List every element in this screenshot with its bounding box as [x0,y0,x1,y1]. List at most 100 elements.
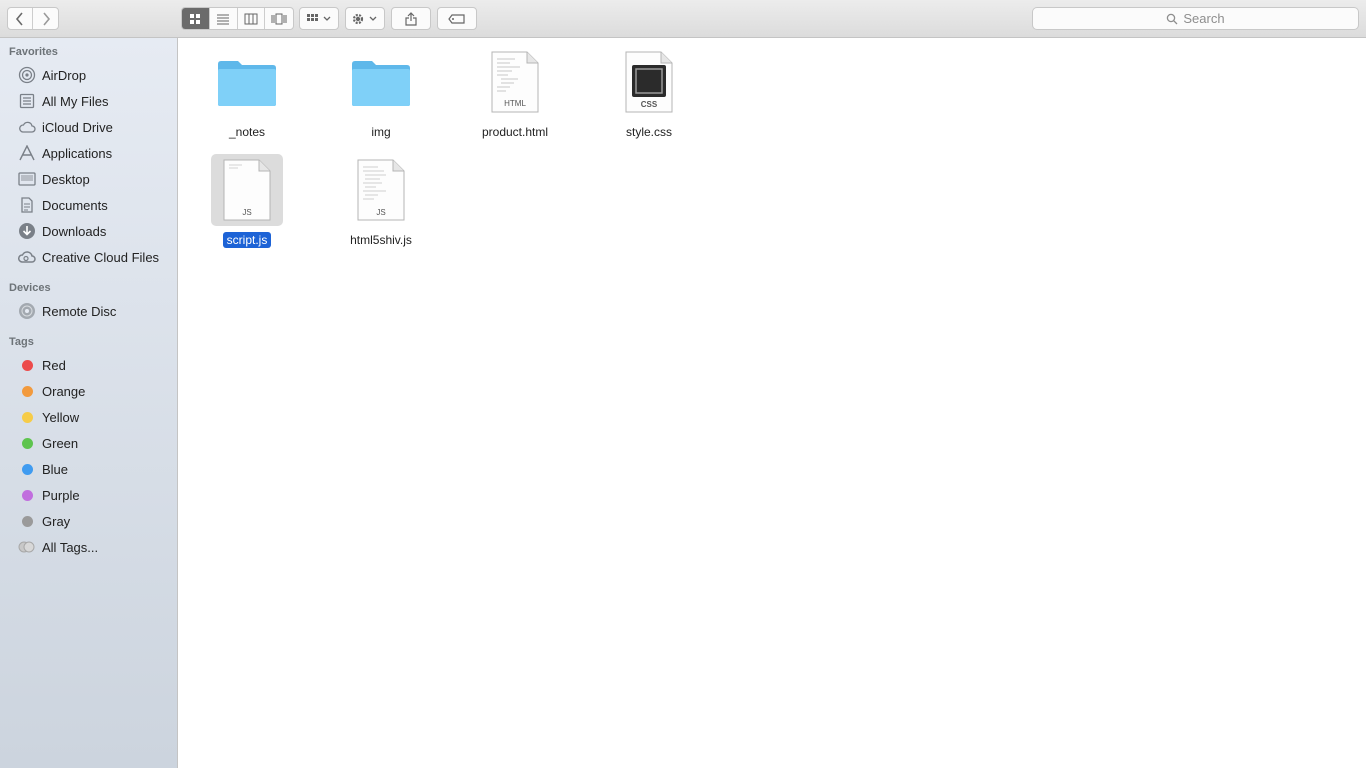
sidebar-item-airdrop[interactable]: AirDrop [0,63,177,87]
sidebar-item-label: Remote Disc [42,303,117,319]
sidebar-item-label: Documents [42,197,108,213]
sidebar-item-desktop[interactable]: Desktop [0,167,177,191]
disc-icon [17,302,37,320]
sidebar-item-label: Blue [42,461,69,477]
favorites-heading: Favorites [9,46,58,58]
sidebar-item-label: Red [42,357,66,373]
desktop-icon [17,170,37,188]
svg-text:JS: JS [376,208,385,217]
sidebar: Favorites AirDrop All My Files iCloud Dr… [0,38,178,768]
list-view-button[interactable] [210,8,238,29]
icon-view-button[interactable] [182,8,210,29]
file-item[interactable]: HTML product.html [460,46,570,140]
file-name: _notes [228,125,266,139]
tag-color-dot-icon [17,356,37,374]
sidebar-item-label: Applications [42,145,113,161]
file-item[interactable]: JS script.js [192,154,302,248]
creative-cloud-icon [17,248,37,266]
sidebar-item-downloads[interactable]: Downloads [0,219,177,243]
airdrop-icon [17,66,37,84]
nav-buttons [7,7,59,30]
view-mode-switcher [181,7,294,30]
tags-heading: Tags [9,336,34,348]
folder-icon [211,46,283,118]
tag-color-dot-icon [17,460,37,478]
sidebar-item-label: Desktop [42,171,90,187]
sidebar-item-creative-cloud-files[interactable]: Creative Cloud Files [0,245,177,269]
sidebar-item-tag-red[interactable]: Red [0,353,177,377]
all-tags-icon [17,538,37,556]
cover-flow-icon [271,13,287,24]
sidebar-item-label: Orange [42,383,86,399]
file-item[interactable]: JS html5shiv.js [326,154,436,248]
file-name: img [371,125,391,139]
toolbar: Search [0,0,1366,38]
sidebar-item-remote-disc[interactable]: Remote Disc [0,299,177,323]
back-button[interactable] [8,8,33,29]
chevron-left-icon [15,11,23,26]
columns-icon [244,13,258,24]
sidebar-item-tag-green[interactable]: Green [0,431,177,455]
sidebar-item-label: Downloads [42,223,107,239]
tag-color-dot-icon [17,434,37,452]
sidebar-item-applications[interactable]: Applications [0,141,177,165]
gear-icon [352,13,377,24]
sidebar-item-label: Gray [42,513,71,529]
sidebar-item-tag-yellow[interactable]: Yellow [0,405,177,429]
grid-icon [190,13,201,24]
folder-icon [345,46,417,118]
cover-flow-button[interactable] [265,8,293,29]
file-browser: _notes img HTML product.html CSS style.c… [178,38,1366,768]
forward-button[interactable] [33,8,58,29]
applications-icon [17,144,37,162]
arrange-button[interactable] [299,7,339,30]
tag-color-dot-icon [17,408,37,426]
sidebar-item-label: All Tags... [42,539,99,555]
downloads-icon [17,222,37,240]
file-item[interactable]: CSS style.css [594,46,704,140]
sidebar-item-tag-orange[interactable]: Orange [0,379,177,403]
file-item[interactable]: _notes [192,46,302,140]
all-files-icon [17,92,37,110]
arrange-grid-icon [307,13,331,21]
sidebar-item-label: Green [42,435,79,451]
tag-color-dot-icon [17,486,37,504]
sidebar-item-tag-gray[interactable]: Gray [0,509,177,533]
tag-button[interactable] [437,7,477,30]
sidebar-item-label: Purple [42,487,80,503]
tag-color-dot-icon [17,512,37,530]
search-icon [1167,13,1178,24]
sidebar-item-label: Creative Cloud Files [42,249,160,265]
column-view-button[interactable] [238,8,266,29]
sidebar-item-all-tags[interactable]: All Tags... [0,535,177,559]
tag-color-dot-icon [17,382,37,400]
js-document-icon: JS [211,154,283,226]
tag-icon [448,13,465,24]
html-document-icon: HTML [479,46,551,118]
documents-icon [17,196,37,214]
search-placeholder: Search [1183,11,1225,26]
cloud-icon [17,118,37,136]
sidebar-item-label: Yellow [42,409,80,425]
sidebar-item-label: All My Files [42,93,109,109]
sidebar-item-all-my-files[interactable]: All My Files [0,89,177,113]
sidebar-item-documents[interactable]: Documents [0,193,177,217]
chevron-right-icon [42,11,50,26]
file-name: product.html [481,125,549,139]
js-document-icon: JS [345,154,417,226]
share-icon [405,11,417,26]
sidebar-item-label: AirDrop [42,67,87,83]
action-button[interactable] [345,7,385,30]
file-item[interactable]: img [326,46,436,140]
sidebar-item-tag-blue[interactable]: Blue [0,457,177,481]
svg-text:JS: JS [242,208,251,217]
search-input[interactable]: Search [1032,7,1359,30]
sidebar-item-icloud-drive[interactable]: iCloud Drive [0,115,177,139]
svg-text:HTML: HTML [504,99,526,108]
css-document-icon: CSS [613,46,685,118]
file-name: script.js [222,232,272,248]
sidebar-item-label: iCloud Drive [42,119,113,135]
svg-text:CSS: CSS [641,100,658,109]
share-button[interactable] [391,7,431,30]
sidebar-item-tag-purple[interactable]: Purple [0,483,177,507]
